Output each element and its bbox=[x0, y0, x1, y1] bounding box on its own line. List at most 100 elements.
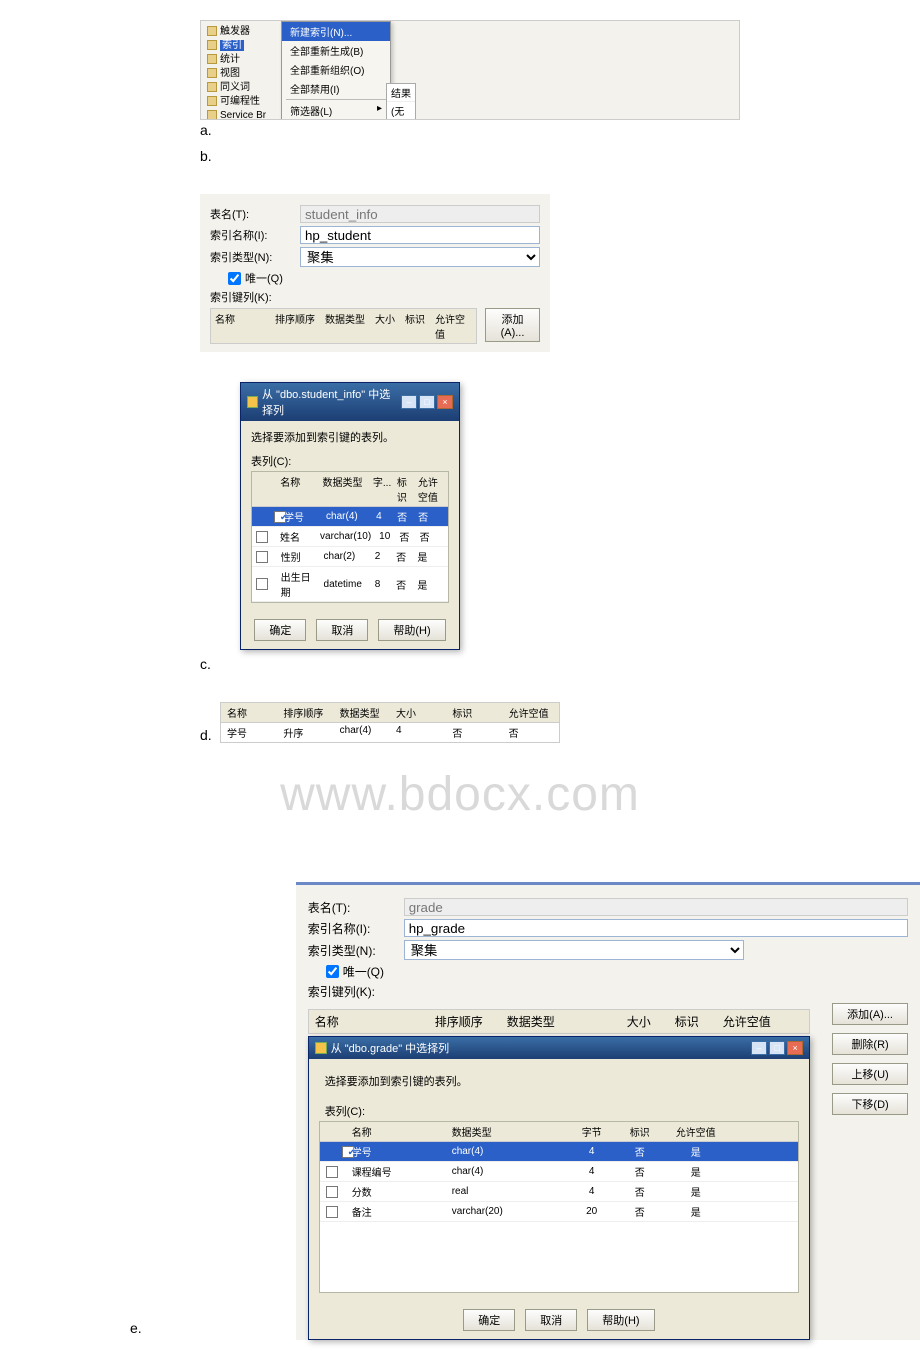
ok-button[interactable]: 确定 bbox=[254, 619, 306, 641]
cell: 4 bbox=[568, 1184, 616, 1199]
cell: varchar(10) bbox=[316, 529, 375, 544]
move-down-button[interactable]: 下移(D) bbox=[832, 1093, 908, 1115]
indextype-select[interactable]: 聚集 bbox=[404, 940, 744, 960]
row-checkbox[interactable] bbox=[274, 511, 286, 523]
row-checkbox[interactable] bbox=[326, 1186, 338, 1198]
min-button[interactable]: – bbox=[751, 1041, 767, 1055]
dialog-instruction: 选择要添加到索引键的表列。 bbox=[251, 429, 449, 445]
cell: 否 bbox=[416, 527, 448, 546]
results-popup: 结果 (无 30 bbox=[386, 83, 416, 120]
move-up-button[interactable]: 上移(U) bbox=[832, 1063, 908, 1085]
context-menu: 新建索引(N)... 全部重新生成(B) 全部重新组织(O) 全部禁用(I) 筛… bbox=[281, 21, 391, 120]
folder-icon bbox=[207, 96, 217, 106]
menu-filter[interactable]: 筛选器(L)▸ bbox=[282, 101, 390, 120]
cell: 课程编号 bbox=[348, 1162, 448, 1181]
menu-rebuild-all[interactable]: 全部重新生成(B) bbox=[282, 41, 390, 60]
folder-icon bbox=[207, 54, 217, 64]
close-button[interactable]: × bbox=[787, 1041, 803, 1055]
max-button[interactable]: □ bbox=[769, 1041, 785, 1055]
menu-separator bbox=[286, 99, 386, 100]
dialog-titlebar[interactable]: 从 "dbo.grade" 中选择列 – □ × bbox=[309, 1037, 809, 1059]
indextype-select[interactable]: 聚集 bbox=[300, 247, 540, 267]
unique-checkbox[interactable] bbox=[228, 272, 241, 285]
cell: 否 bbox=[393, 507, 414, 526]
cell: char(2) bbox=[320, 549, 371, 564]
unique-label: 唯一(Q) bbox=[245, 270, 283, 286]
cols-label: 表列(C): bbox=[251, 453, 449, 469]
indextype-label: 索引类型(N): bbox=[308, 942, 404, 959]
cancel-button[interactable]: 取消 bbox=[316, 619, 368, 641]
min-button[interactable]: – bbox=[401, 395, 417, 409]
tablename-field bbox=[404, 898, 908, 916]
ok-button[interactable]: 确定 bbox=[463, 1309, 515, 1331]
folder-icon bbox=[207, 82, 217, 92]
indexname-label: 索引名称(I): bbox=[308, 920, 404, 937]
cols-label: 表列(C): bbox=[325, 1103, 799, 1119]
table-row[interactable]: 学号char(4)4否是 bbox=[320, 1142, 798, 1162]
object-explorer-panel: 触发器 索引 统计 视图 同义词 可编程性 Service Br 安全性 性 器… bbox=[200, 20, 740, 120]
table-row[interactable]: 出生日期datetime8否是 bbox=[252, 567, 448, 602]
cell: 否 bbox=[392, 575, 413, 594]
folder-icon bbox=[207, 26, 217, 36]
folder-icon bbox=[207, 110, 217, 120]
add-button[interactable]: 添加(A)... bbox=[832, 1003, 908, 1025]
delete-button[interactable]: 删除(R) bbox=[832, 1033, 908, 1055]
max-button[interactable]: □ bbox=[419, 395, 435, 409]
cell: real bbox=[448, 1184, 568, 1199]
help-button[interactable]: 帮助(H) bbox=[587, 1309, 654, 1331]
add-button[interactable]: 添加(A)... bbox=[485, 308, 540, 342]
dialog-instruction: 选择要添加到索引键的表列。 bbox=[325, 1073, 799, 1089]
table-row[interactable]: 分数real4否是 bbox=[320, 1182, 798, 1202]
keycols-label: 索引键列(K): bbox=[210, 289, 300, 305]
cell: varchar(20) bbox=[448, 1204, 568, 1219]
row-checkbox[interactable] bbox=[256, 551, 268, 563]
cell: 否 bbox=[616, 1162, 664, 1181]
cell: 4 bbox=[568, 1144, 616, 1159]
cell: 10 bbox=[375, 529, 395, 544]
table-row[interactable]: 学号char(4)4否否 bbox=[252, 507, 448, 527]
cell: 20 bbox=[568, 1204, 616, 1219]
cell: 备注 bbox=[348, 1202, 448, 1221]
indexname-field[interactable] bbox=[300, 226, 540, 244]
cell: 是 bbox=[413, 575, 448, 594]
select-columns-dialog-c: 从 "dbo.student_info" 中选择列 – □ × 选择要添加到索引… bbox=[240, 382, 460, 650]
keycols-row[interactable]: 学号 升序 char(4) 4 否 否 bbox=[220, 723, 560, 743]
cell: 2 bbox=[371, 549, 392, 564]
cell: 是 bbox=[664, 1202, 728, 1221]
keycols-header: 名称 排序顺序 数据类型 大小 标识 允许空值 bbox=[308, 1009, 810, 1034]
index-form-e: 表名(T): 索引名称(I): 索引类型(N): 聚集 唯一(Q) 索引键列(K… bbox=[296, 882, 920, 1340]
row-checkbox[interactable] bbox=[326, 1206, 338, 1218]
unique-checkbox[interactable] bbox=[326, 965, 339, 978]
cell: 是 bbox=[413, 547, 448, 566]
table-row[interactable]: 性别char(2)2否是 bbox=[252, 547, 448, 567]
help-button[interactable]: 帮助(H) bbox=[378, 619, 445, 641]
menu-disable-all[interactable]: 全部禁用(I) bbox=[282, 79, 390, 98]
menu-new-index[interactable]: 新建索引(N)... bbox=[282, 22, 390, 41]
table-row[interactable]: 课程编号char(4)4否是 bbox=[320, 1162, 798, 1182]
table-row[interactable]: 姓名varchar(10)10否否 bbox=[252, 527, 448, 547]
cell: char(4) bbox=[448, 1164, 568, 1179]
cell: 否 bbox=[392, 547, 413, 566]
columns-grid: 名称 数据类型 字... 标识 允许空值 学号char(4)4否否姓名varch… bbox=[251, 471, 449, 603]
cell: 学号 bbox=[348, 1142, 448, 1161]
cancel-button[interactable]: 取消 bbox=[525, 1309, 577, 1331]
row-checkbox[interactable] bbox=[256, 578, 268, 590]
menu-reorg-all[interactable]: 全部重新组织(O) bbox=[282, 60, 390, 79]
row-checkbox[interactable] bbox=[256, 531, 268, 543]
caption-a: a. bbox=[200, 122, 920, 138]
table-row[interactable]: 备注varchar(20)20否是 bbox=[320, 1202, 798, 1222]
cell: char(4) bbox=[322, 509, 372, 524]
cell: 8 bbox=[371, 577, 392, 592]
caption-c: c. bbox=[200, 656, 460, 672]
cell: 否 bbox=[616, 1142, 664, 1161]
indexname-label: 索引名称(I): bbox=[210, 227, 300, 243]
close-button[interactable]: × bbox=[437, 395, 453, 409]
indexname-field[interactable] bbox=[404, 919, 908, 937]
dialog-titlebar[interactable]: 从 "dbo.student_info" 中选择列 – □ × bbox=[241, 383, 459, 421]
row-checkbox[interactable] bbox=[326, 1166, 338, 1178]
cell: 性别 bbox=[277, 547, 320, 566]
popup-cell: (无 bbox=[387, 102, 415, 120]
row-checkbox[interactable] bbox=[342, 1146, 354, 1158]
cell: 否 bbox=[414, 507, 448, 526]
watermark: www.bdocx.com bbox=[0, 767, 920, 822]
